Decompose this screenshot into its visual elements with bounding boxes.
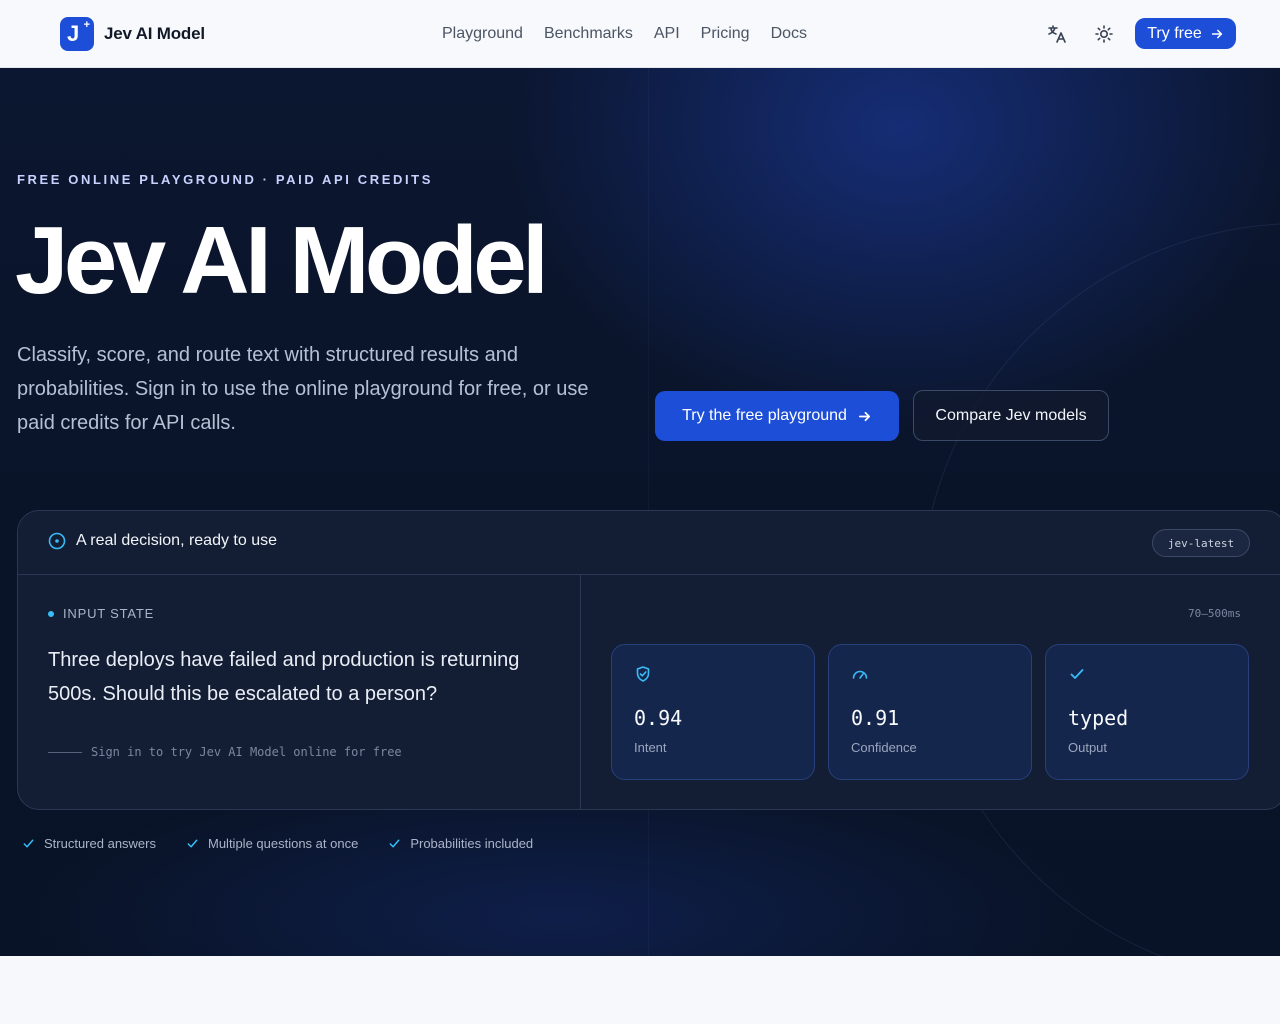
metric-value: 0.91 [851,706,900,730]
nav-link-pricing[interactable]: Pricing [701,24,750,44]
hero-section: FREE ONLINE PLAYGROUND · PAID API CREDIT… [0,68,1280,956]
signin-hint[interactable]: Sign in to try Jev AI Model online for f… [48,745,402,759]
status-dot [48,610,54,617]
feature-item: Structured answers [22,836,156,851]
model-tag: jev-latest [1152,529,1250,557]
input-question: Three deploys have failed and production… [48,649,520,705]
decision-card: A real decision, ready to use jev-latest… [17,510,1280,810]
brand-name: Jev AI Model [104,24,205,43]
arrow-right-icon [1211,29,1222,38]
check-icon [1070,669,1084,679]
hero-eyebrow: FREE ONLINE PLAYGROUND · PAID API CREDIT… [17,172,433,187]
site-header: J + Jev AI Model Playground Benchmarks AP… [0,0,1280,68]
page-section-below [0,956,1280,1024]
nav-link-api[interactable]: API [654,24,680,44]
check-icon [23,839,34,848]
gauge-icon [852,670,868,679]
nav-link-benchmarks[interactable]: Benchmarks [544,24,633,44]
metric-card-confidence: 0.91 Confidence [828,644,1032,780]
arrow-right-icon [858,411,870,421]
brand[interactable]: J + Jev AI Model [60,17,205,51]
sun-icon[interactable] [1092,22,1116,46]
feature-item: Multiple questions at once [186,836,358,851]
metric-value: 0.94 [634,706,683,730]
hero-description: Classify, score, and route text with str… [17,344,589,434]
main-nav: Playground Benchmarks API Pricing Docs [442,24,807,44]
nav-link-docs[interactable]: Docs [771,24,807,44]
card-title: A real decision, ready to use [76,532,278,549]
translate-icon[interactable] [1045,22,1069,46]
nav-link-playground[interactable]: Playground [442,24,523,44]
page-title: Jev AI Model [15,207,549,314]
logo-icon: J + [60,17,94,51]
metric-card-output: typed Output [1045,644,1249,780]
metric-label: Confidence [851,740,917,755]
metric-value: typed [1068,706,1129,730]
target-icon [48,532,66,550]
try-playground-button[interactable]: Try the free playground [655,391,899,441]
input-panel: INPUT STATE Three deploys have failed an… [18,575,581,809]
input-state-label: INPUT STATE [63,606,155,621]
shield-check-icon [636,666,650,682]
metric-label: Intent [634,740,667,755]
latency-label: 70–500ms [1188,607,1241,620]
check-icon [389,839,400,848]
try-free-button[interactable]: Try free [1135,18,1236,49]
compare-models-button[interactable]: Compare Jev models [913,390,1109,441]
metric-card-intent: 0.94 Intent [611,644,815,780]
feature-list: Structured answers Multiple questions at… [22,836,533,851]
check-icon [187,839,198,848]
card-header: A real decision, ready to use jev-latest [18,511,1280,575]
feature-item: Probabilities included [388,836,533,851]
metric-label: Output [1068,740,1108,755]
